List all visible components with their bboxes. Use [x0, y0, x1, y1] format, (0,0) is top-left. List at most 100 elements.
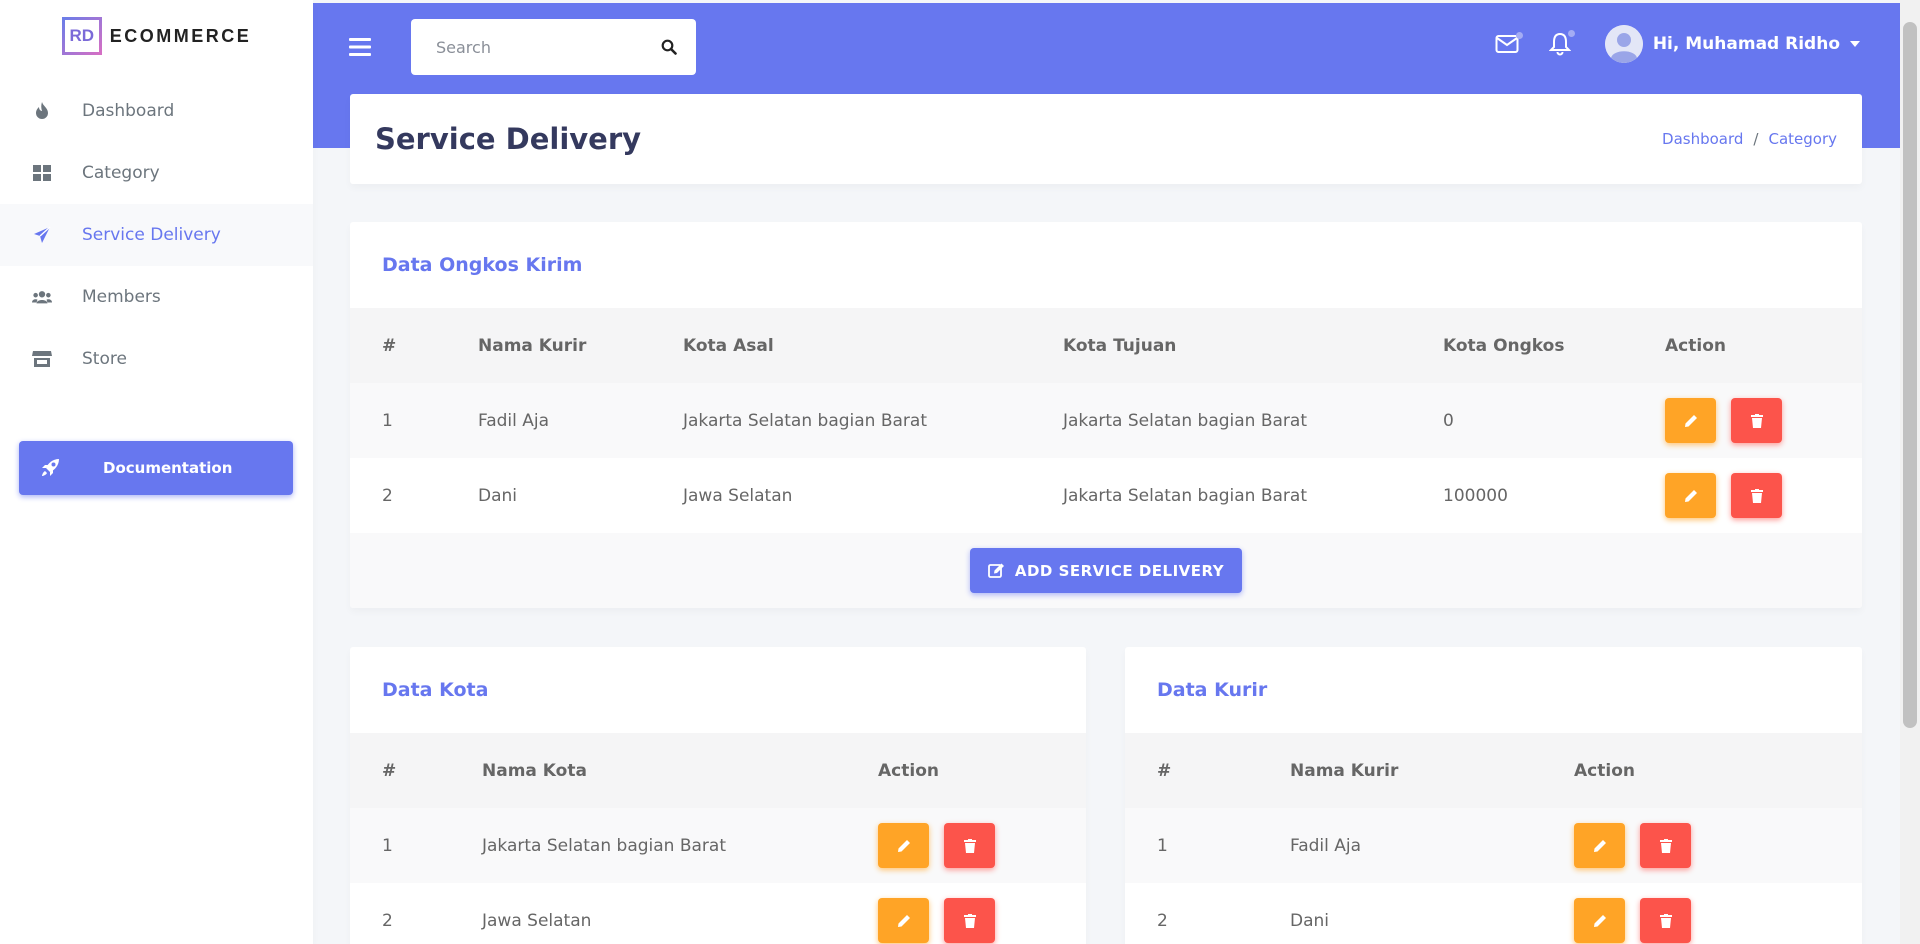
sidebar-item-members[interactable]: Members — [0, 266, 313, 328]
column-header: Kota Tujuan — [1063, 308, 1443, 383]
delete-button[interactable] — [1640, 898, 1692, 943]
scrollbar-thumb[interactable] — [1903, 22, 1917, 728]
grid-icon — [32, 163, 52, 183]
trash-icon — [963, 838, 976, 853]
user-dropdown[interactable]: Hi, Muhamad Ridho — [1604, 25, 1860, 63]
avatar — [1604, 25, 1643, 63]
brand-logo: RD — [61, 17, 102, 55]
breadcrumb-separator: / — [1753, 130, 1759, 148]
cell-nama-kota: Jakarta Selatan bagian Barat — [482, 808, 878, 883]
edit-button[interactable] — [878, 823, 929, 868]
sidebar: RD ECOMMERCE Dashboard Category Service … — [0, 0, 313, 944]
cell-kota-asal: Jawa Selatan — [683, 458, 1063, 533]
card-title: Data Kurir — [1157, 679, 1268, 701]
cell-nama-kurir: Fadil Aja — [1290, 808, 1574, 883]
cell-number: 2 — [350, 883, 482, 944]
data-kurir-table: # Nama Kurir Action 1 Fadil Aja 2 Dani — [1125, 733, 1862, 944]
search-icon[interactable] — [641, 19, 696, 75]
column-header: # — [1125, 733, 1290, 808]
column-header: # — [350, 733, 482, 808]
rocket-icon — [39, 457, 61, 479]
data-kota-card: Data Kota # Nama Kota Action 1 Jakarta S… — [350, 647, 1086, 944]
trash-icon — [1750, 488, 1763, 503]
column-header: Nama Kurir — [478, 308, 683, 383]
cell-kurir: Fadil Aja — [478, 383, 683, 458]
delete-button[interactable] — [1731, 398, 1783, 443]
column-header: Action — [1665, 308, 1862, 383]
edit-button[interactable] — [1574, 823, 1625, 868]
sidebar-item-service-delivery[interactable]: Service Delivery — [0, 204, 313, 266]
cell-number: 1 — [1125, 808, 1290, 883]
card-header: Data Kurir — [1125, 647, 1862, 733]
sidebar-item-label: Category — [82, 163, 160, 183]
documentation-button[interactable]: Documentation — [19, 441, 293, 495]
card-header: Data Kota — [350, 647, 1086, 733]
edit-button[interactable] — [1665, 473, 1716, 518]
sidebar-menu: Dashboard Category Service Delivery Memb… — [0, 80, 313, 390]
documentation-label: Documentation — [103, 459, 233, 477]
paper-plane-icon — [32, 225, 52, 245]
card-title: Data Kota — [382, 679, 489, 701]
delete-button[interactable] — [1640, 823, 1692, 868]
section-header: Service Delivery Dashboard / Category — [350, 94, 1862, 184]
column-header: Nama Kurir — [1290, 733, 1574, 808]
sidebar-item-label: Members — [82, 287, 161, 307]
chevron-down-icon — [1850, 41, 1860, 47]
delete-button[interactable] — [944, 823, 996, 868]
cell-nama-kota: Jawa Selatan — [482, 883, 878, 944]
data-kota-table: # Nama Kota Action 1 Jakarta Selatan bag… — [350, 733, 1086, 944]
cell-kota-tujuan: Jakarta Selatan bagian Barat — [1063, 383, 1443, 458]
cell-kota-asal: Jakarta Selatan bagian Barat — [683, 383, 1063, 458]
add-row: ADD SERVICE DELIVERY — [350, 533, 1862, 608]
edit-square-icon — [987, 563, 1004, 578]
notification-dot — [1515, 32, 1523, 39]
page-title: Service Delivery — [375, 122, 642, 156]
sidebar-item-label: Store — [82, 349, 127, 369]
brand[interactable]: RD ECOMMERCE — [0, 0, 313, 80]
user-greeting: Hi, Muhamad Ridho — [1652, 34, 1840, 54]
bell-icon[interactable] — [1548, 30, 1575, 56]
cell-action — [1574, 883, 1862, 944]
delete-button[interactable] — [1731, 473, 1783, 518]
sidebar-item-dashboard[interactable]: Dashboard — [0, 80, 313, 142]
trash-icon — [1659, 913, 1672, 928]
sidebar-item-store[interactable]: Store — [0, 328, 313, 390]
pencil-icon — [1593, 839, 1606, 852]
table-row: 1 Fadil Aja Jakarta Selatan bagian Barat… — [350, 383, 1862, 458]
table-header-row: # Nama Kurir Action — [1125, 733, 1862, 808]
breadcrumb-dashboard[interactable]: Dashboard — [1662, 130, 1743, 148]
brand-name: ECOMMERCE — [109, 25, 252, 46]
breadcrumb: Dashboard / Category — [1662, 130, 1837, 148]
pencil-icon — [1593, 914, 1606, 927]
data-kurir-card: Data Kurir # Nama Kurir Action 1 Fadil A… — [1125, 647, 1862, 944]
table-row: 1 Fadil Aja — [1125, 808, 1862, 883]
column-header: Action — [878, 733, 1086, 808]
table-header-row: # Nama Kota Action — [350, 733, 1086, 808]
sidebar-item-category[interactable]: Category — [0, 142, 313, 204]
pencil-icon — [1684, 414, 1697, 427]
page-scrollbar[interactable] — [1900, 0, 1920, 944]
edit-button[interactable] — [1665, 398, 1716, 443]
table-row: 1 Jakarta Selatan bagian Barat — [350, 808, 1086, 883]
breadcrumb-category[interactable]: Category — [1768, 130, 1837, 148]
menu-toggle-icon[interactable] — [349, 37, 371, 61]
edit-button[interactable] — [1574, 898, 1625, 943]
delete-button[interactable] — [944, 898, 996, 943]
cell-action — [878, 808, 1086, 883]
column-header: Nama Kota — [482, 733, 878, 808]
add-service-delivery-button[interactable]: ADD SERVICE DELIVERY — [969, 548, 1243, 593]
cell-nama-kurir: Dani — [1290, 883, 1574, 944]
table-row: 2 Dani — [1125, 883, 1862, 944]
search-input[interactable] — [411, 37, 641, 57]
table-row: 2 Dani Jawa Selatan Jakarta Selatan bagi… — [350, 458, 1862, 533]
users-icon — [32, 287, 52, 307]
ongkos-kirim-card: Data Ongkos Kirim # Nama Kurir Kota Asal… — [350, 222, 1862, 608]
navbar-right: Hi, Muhamad Ridho — [1465, 25, 1860, 63]
cell-number: 1 — [350, 383, 478, 458]
trash-icon — [1750, 413, 1763, 428]
table-header-row: # Nama Kurir Kota Asal Kota Tujuan Kota … — [350, 308, 1862, 383]
edit-button[interactable] — [878, 898, 929, 943]
column-header: Kota Asal — [683, 308, 1063, 383]
card-header: Data Ongkos Kirim — [350, 222, 1862, 308]
envelope-icon[interactable] — [1495, 32, 1523, 54]
